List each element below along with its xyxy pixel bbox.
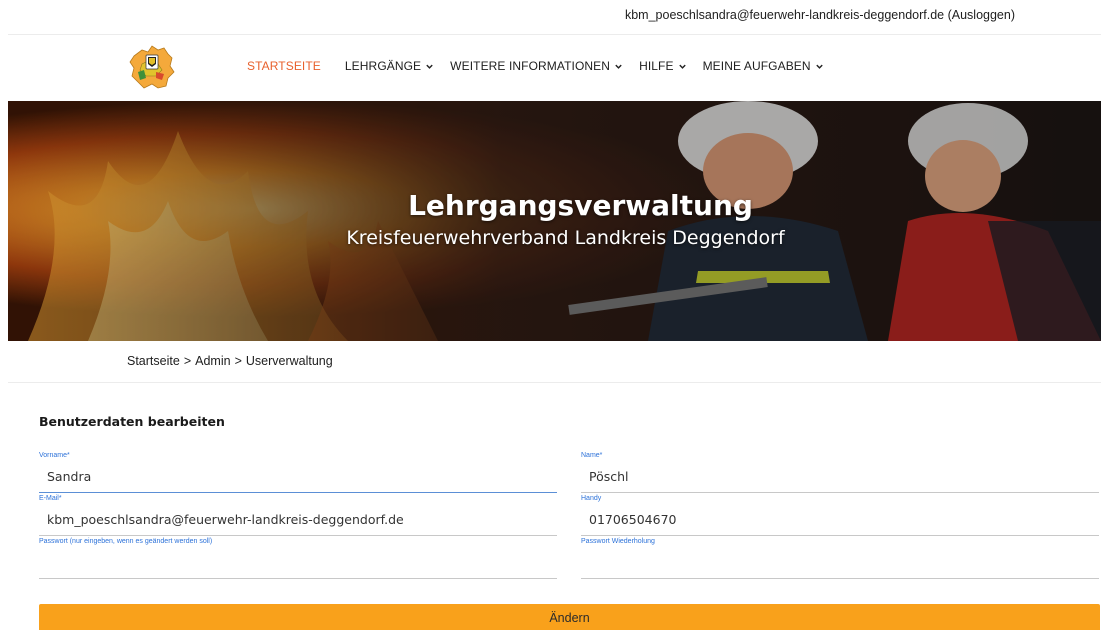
nav-label: STARTSEITE xyxy=(247,59,321,73)
breadcrumb-separator: > xyxy=(234,354,242,368)
nav-item-startseite[interactable]: STARTSEITE xyxy=(247,59,321,73)
top-bar: kbm_poeschlsandra@feuerwehr-landkreis-de… xyxy=(0,0,1101,34)
nav-item-weitere-informationen[interactable]: WEITERE INFORMATIONEN xyxy=(450,59,623,73)
main-navbar: STARTSEITE LEHRGÄNGE WEITERE INFORMATION… xyxy=(0,35,1101,101)
password-repeat-field-group: Passwort Wiederholung xyxy=(581,537,1099,579)
district-map-icon xyxy=(129,45,175,89)
form-title: Benutzerdaten bearbeiten xyxy=(39,414,225,429)
nav-label: WEITERE INFORMATIONEN xyxy=(450,59,611,73)
chevron-down-icon xyxy=(815,64,823,69)
breadcrumb-startseite[interactable]: Startseite xyxy=(127,354,180,368)
breadcrumb-admin[interactable]: Admin xyxy=(195,354,230,368)
name-field-group: Name* xyxy=(581,451,1099,493)
hero-title: Lehrgangsverwaltung xyxy=(408,189,753,222)
breadcrumb-separator: > xyxy=(183,354,192,368)
handy-field-group: Handy xyxy=(581,494,1099,536)
password-field-group: Passwort (nur eingeben, wenn es geändert… xyxy=(39,537,557,579)
password-repeat-input[interactable] xyxy=(581,547,1099,579)
chevron-down-icon xyxy=(426,64,433,69)
password-input[interactable] xyxy=(39,547,557,579)
nav-label: MEINE AUFGABEN xyxy=(702,59,811,73)
hero-subtitle: Kreisfeuerwehrverband Landkreis Deggendo… xyxy=(346,227,785,249)
nav-item-lehrgaenge[interactable]: LEHRGÄNGE xyxy=(345,59,434,73)
email-field-group: E-Mail* xyxy=(39,494,557,536)
nav-menu: STARTSEITE LEHRGÄNGE WEITERE INFORMATION… xyxy=(247,59,840,73)
breadcrumb: Startseite > Admin > Userverwaltung xyxy=(127,354,333,368)
password-label: Passwort (nur eingeben, wenn es geändert… xyxy=(39,538,213,545)
hero-banner: Lehrgangsverwaltung Kreisfeuerwehrverban… xyxy=(8,101,1101,341)
nav-label: LEHRGÄNGE xyxy=(344,59,422,73)
nav-item-meine-aufgaben[interactable]: MEINE AUFGABEN xyxy=(703,59,824,73)
user-email: kbm_poeschlsandra@feuerwehr-landkreis-de… xyxy=(624,8,945,22)
site-logo[interactable] xyxy=(128,42,176,92)
user-info: kbm_poeschlsandra@feuerwehr-landkreis-de… xyxy=(625,8,1015,22)
chevron-down-icon xyxy=(615,64,622,69)
nav-label: HILFE xyxy=(639,59,674,73)
vorname-input[interactable] xyxy=(39,461,557,493)
breadcrumb-divider xyxy=(8,382,1101,383)
breadcrumb-userverwaltung: Userverwaltung xyxy=(245,354,333,368)
chevron-down-icon xyxy=(678,64,686,69)
handy-input[interactable] xyxy=(581,504,1099,536)
vorname-label: Vorname* xyxy=(39,452,70,459)
name-label: Name* xyxy=(581,452,603,459)
nav-item-hilfe[interactable]: HILFE xyxy=(639,59,687,73)
email-input[interactable] xyxy=(39,504,557,536)
logout-link[interactable]: (Ausloggen) xyxy=(948,8,1015,22)
password-repeat-label: Passwort Wiederholung xyxy=(581,538,655,545)
vorname-field-group: Vorname* xyxy=(39,451,557,493)
submit-button[interactable]: Ändern xyxy=(39,604,1100,630)
name-input[interactable] xyxy=(581,461,1099,493)
handy-label: Handy xyxy=(581,495,602,502)
email-label: E-Mail* xyxy=(39,495,62,502)
